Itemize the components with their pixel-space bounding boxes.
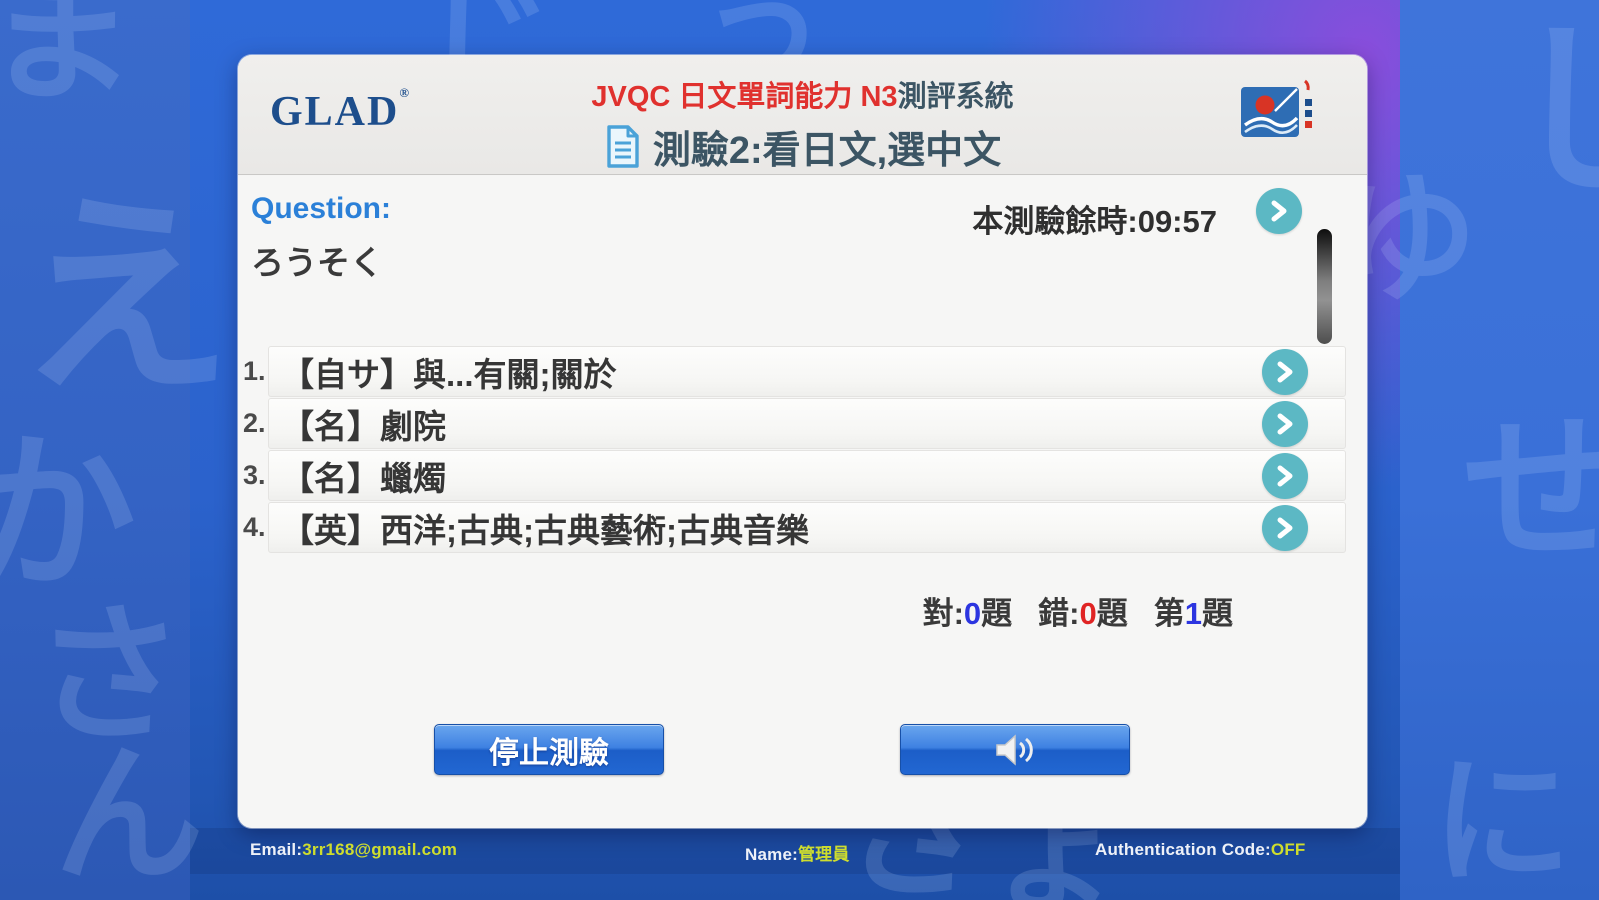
app-title-red: JVQC 日文單詞能力 N3 xyxy=(591,81,898,113)
wrong-suffix: 題 xyxy=(1096,596,1128,631)
email-value: 3rr168@gmail.com xyxy=(302,840,458,859)
test-mode-title: 測驗2:看日文,選中文 xyxy=(652,130,1002,172)
option-number: 3. xyxy=(243,460,266,490)
option-2-select-button[interactable] xyxy=(1262,401,1308,447)
app-title: JVQC 日文單詞能力 N3測評系統 xyxy=(238,73,1367,115)
option-1-text: 【自サ】與...有關;關於 xyxy=(281,355,617,393)
option-4-select-button[interactable] xyxy=(1262,505,1308,551)
chevron-right-icon xyxy=(1277,361,1293,383)
chevron-right-icon xyxy=(1277,517,1293,539)
option-3-text: 【名】蠟燭 xyxy=(281,459,446,497)
option-row-1: 1. 【自サ】與...有關;關於 xyxy=(238,346,1367,397)
option-3-select-button[interactable] xyxy=(1262,453,1308,499)
scrollbar-thumb[interactable] xyxy=(1317,229,1332,344)
chevron-right-icon xyxy=(1271,200,1287,222)
stop-test-button[interactable]: 停止測驗 xyxy=(434,724,664,775)
correct-count: 0 xyxy=(963,596,982,631)
option-1[interactable]: 【自サ】與...有關;關於 xyxy=(268,346,1346,397)
app-title-dark: 測評系統 xyxy=(897,81,1014,113)
footer-auth-code: Authentication Code:OFF xyxy=(1095,840,1305,860)
timer-label: 本測驗餘時: xyxy=(972,204,1138,239)
option-2[interactable]: 【名】劇院 xyxy=(268,398,1346,449)
option-3[interactable]: 【名】蠟燭 xyxy=(268,450,1346,501)
option-2-text: 【名】劇院 xyxy=(281,407,446,445)
chevron-right-icon xyxy=(1277,413,1293,435)
auth-code-value: OFF xyxy=(1270,840,1306,859)
option-number: 4. xyxy=(243,512,266,542)
question-label: Question: xyxy=(251,192,391,225)
sunrise-book-logo-icon xyxy=(1241,79,1312,137)
timer-text: 本測驗餘時:09:57 xyxy=(972,196,1217,241)
test-mode-line: 測驗2:看日文,選中文 xyxy=(238,119,1367,174)
correct-label: 對: xyxy=(922,596,964,631)
play-audio-button[interactable] xyxy=(900,724,1130,775)
wrong-label: 錯: xyxy=(1038,596,1080,631)
correct-suffix: 題 xyxy=(981,596,1013,631)
options-list: 1. 【自サ】與...有關;關於 2. 【名】劇院 3. 【名】蠟燭 4. 【英… xyxy=(238,346,1367,554)
email-label: Email: xyxy=(250,840,303,859)
chevron-right-icon xyxy=(1277,465,1293,487)
background-left-band xyxy=(0,0,190,900)
timer-next-button[interactable] xyxy=(1256,188,1302,234)
question-text: ろうそく xyxy=(251,244,383,281)
auth-code-label: Authentication Code: xyxy=(1095,840,1271,859)
current-question-number: 1 xyxy=(1184,596,1202,631)
option-row-4: 4. 【英】西洋;古典;古典藝術;古典音樂 xyxy=(238,502,1367,553)
quiz-window: GLAD® JVQC 日文單詞能力 N3測評系統 測驗2:看日文,選中文 Que… xyxy=(238,55,1367,828)
wrong-count: 0 xyxy=(1079,596,1097,631)
current-question-suffix: 題 xyxy=(1202,596,1233,631)
footer-email: Email:3rr168@gmail.com xyxy=(250,840,457,860)
option-number: 1. xyxy=(243,356,266,386)
window-header: GLAD® JVQC 日文單詞能力 N3測評系統 測驗2:看日文,選中文 xyxy=(238,55,1367,175)
quiz-content: Question: ろうそく 本測驗餘時:09:57 1. 【自サ】與...有關… xyxy=(238,176,1367,828)
option-4[interactable]: 【英】西洋;古典;古典藝術;古典音樂 xyxy=(268,502,1346,553)
current-question-label: 第 xyxy=(1153,596,1185,631)
document-icon xyxy=(607,125,639,168)
name-value: 管理員 xyxy=(797,845,850,864)
name-label: Name: xyxy=(745,845,798,864)
option-1-select-button[interactable] xyxy=(1262,349,1308,395)
option-number: 2. xyxy=(243,408,266,438)
option-row-2: 2. 【名】劇院 xyxy=(238,398,1367,449)
score-stats: 對:0題 錯:0題 第1題 xyxy=(923,588,1233,633)
footer-name: Name:管理員 xyxy=(745,840,850,865)
option-4-text: 【英】西洋;古典;古典藝術;古典音樂 xyxy=(281,511,809,549)
option-row-3: 3. 【名】蠟燭 xyxy=(238,450,1367,501)
background-right-band xyxy=(1400,0,1599,900)
timer-value: 09:57 xyxy=(1137,204,1217,239)
speaker-icon xyxy=(996,733,1033,766)
